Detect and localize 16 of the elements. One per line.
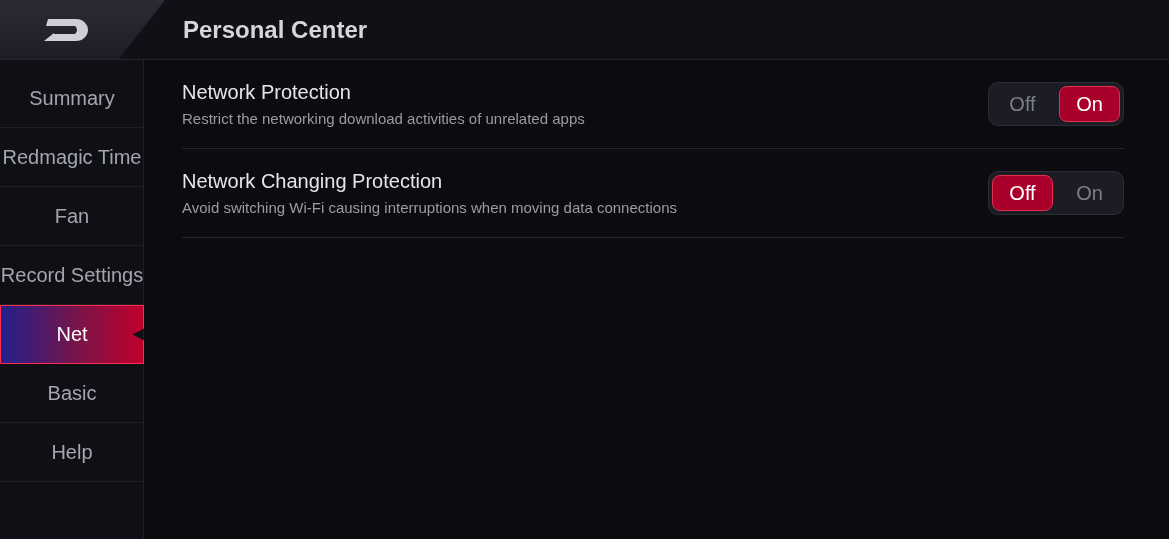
sidebar-item[interactable]: Fan bbox=[0, 187, 144, 246]
sidebar-item[interactable]: Redmagic Time bbox=[0, 128, 144, 187]
sidebar-item[interactable]: Help bbox=[0, 423, 144, 482]
sidebar-item[interactable]: Net bbox=[0, 305, 144, 364]
toggle-option[interactable]: On bbox=[1059, 175, 1120, 211]
sidebar-item[interactable]: Summary bbox=[0, 69, 144, 128]
setting-description: Avoid switching Wi-Fi causing interruptions when moving data connections bbox=[182, 199, 677, 216]
setting-title: Network Protection bbox=[182, 81, 352, 104]
setting-description: Restrict the networking download activities of unrelated apps bbox=[182, 110, 585, 127]
toggle-option[interactable]: Off bbox=[992, 175, 1053, 211]
toggle-option[interactable]: Off bbox=[992, 86, 1053, 122]
page-title: Personal Center bbox=[183, 15, 368, 44]
toggle-option[interactable]: On bbox=[1059, 86, 1120, 122]
setting-title: Network Changing Protection bbox=[182, 170, 444, 193]
logo-icon[interactable] bbox=[42, 16, 90, 43]
sidebar-item[interactable]: Basic bbox=[0, 364, 144, 423]
